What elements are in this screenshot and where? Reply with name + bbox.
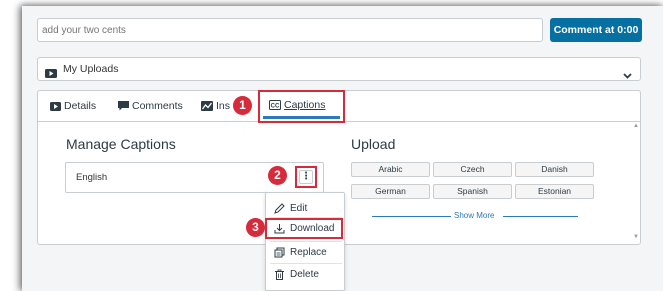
- tab-bar: Details Comments Ins CC Captions: [38, 90, 640, 123]
- cc-icon: CC: [269, 100, 281, 110]
- caption-options-menu: Edit Download Replace Delete: [265, 192, 345, 291]
- menu-item-label: Delete: [290, 269, 319, 280]
- menu-item-edit[interactable]: Edit: [266, 199, 344, 219]
- scrollbar[interactable]: ▲ ▼: [631, 121, 640, 244]
- step-badge-1: 1: [233, 96, 252, 115]
- show-more-divider: [503, 216, 578, 217]
- uploads-label: My Uploads: [63, 63, 119, 75]
- upload-language-button[interactable]: Czech: [433, 162, 512, 177]
- scroll-up-icon[interactable]: ▲: [633, 123, 639, 129]
- tab-insights[interactable]: Ins: [201, 100, 230, 112]
- chevron-down-icon: [623, 66, 632, 84]
- show-more-link[interactable]: Show More: [454, 211, 494, 220]
- tab-details-label: Details: [64, 100, 97, 112]
- menu-item-delete[interactable]: Delete: [266, 265, 344, 285]
- pencil-icon: [274, 203, 285, 217]
- insights-icon: [201, 101, 213, 111]
- caption-language: English: [76, 172, 108, 183]
- upload-language-button[interactable]: German: [351, 184, 430, 199]
- show-more-divider: [372, 216, 451, 217]
- step-badge-3: 3: [246, 218, 265, 237]
- tab-insights-label: Ins: [216, 100, 231, 112]
- scroll-down-icon[interactable]: ▼: [633, 234, 639, 240]
- upload-language-button[interactable]: Arabic: [351, 162, 430, 177]
- menu-item-label: Replace: [290, 247, 327, 258]
- caption-options-highlight: ⋮: [295, 166, 317, 188]
- svg-text:CC: CC: [271, 104, 280, 110]
- comment-at-time-button[interactable]: Comment at 0:00: [550, 18, 642, 42]
- trash-icon: [274, 269, 285, 283]
- tab-captions-label: Captions: [284, 99, 326, 111]
- upload-language-button[interactable]: Estonian: [515, 184, 594, 199]
- replace-icon: [274, 247, 285, 261]
- video-icon: [45, 65, 57, 83]
- menu-item-replace[interactable]: Replace: [266, 243, 344, 263]
- active-tab-indicator: [263, 116, 340, 119]
- upload-language-button[interactable]: Spanish: [433, 184, 512, 199]
- upload-language-button[interactable]: Danish: [515, 162, 594, 177]
- tab-details[interactable]: Details: [50, 100, 96, 112]
- uploads-dropdown[interactable]: My Uploads: [37, 57, 641, 81]
- menu-item-label: Edit: [290, 203, 308, 214]
- comment-icon: [118, 101, 129, 111]
- tab-captions[interactable]: CC Captions: [269, 99, 325, 111]
- manage-captions-heading: Manage Captions: [66, 136, 176, 152]
- step-badge-2: 2: [268, 166, 287, 185]
- comment-input[interactable]: [37, 18, 543, 42]
- video-icon: [50, 102, 61, 111]
- tab-comments-label: Comments: [132, 100, 183, 112]
- download-highlight: [265, 218, 343, 239]
- captions-highlight: CC Captions: [258, 90, 345, 123]
- menu-divider: [270, 241, 342, 242]
- upload-heading: Upload: [351, 136, 396, 152]
- menu-divider: [270, 263, 342, 264]
- kebab-menu-icon[interactable]: ⋮: [299, 170, 313, 184]
- tab-comments[interactable]: Comments: [118, 100, 183, 112]
